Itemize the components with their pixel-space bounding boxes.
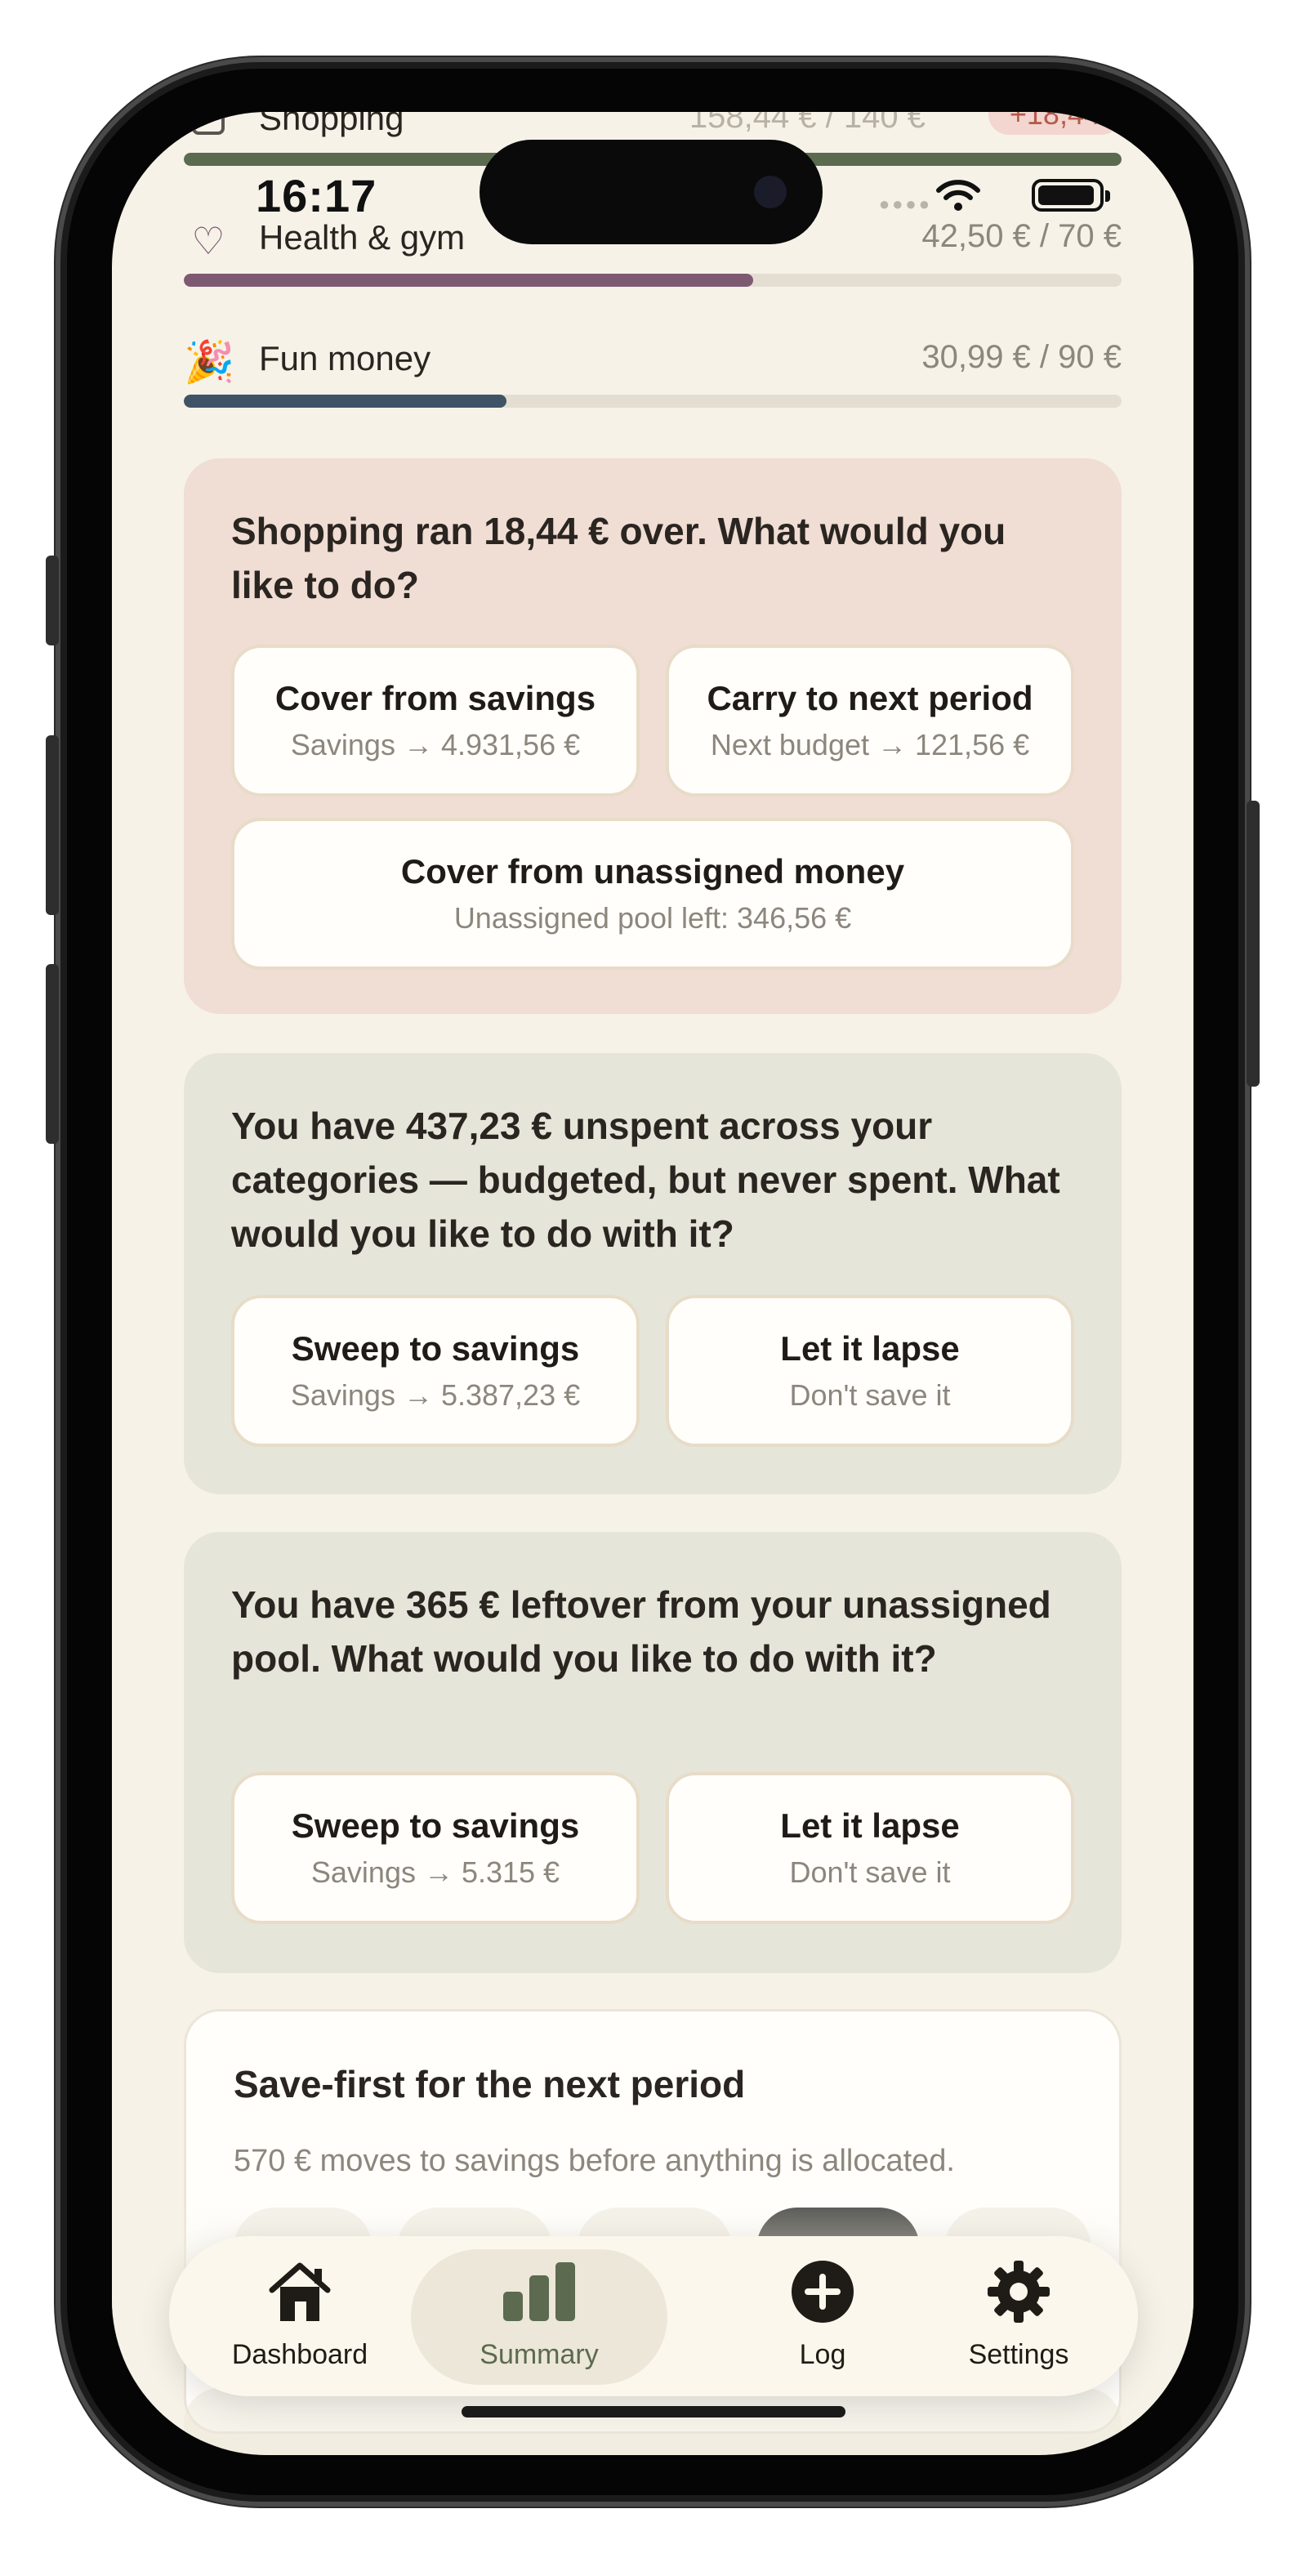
tab-settings[interactable]: Settings [937,2236,1100,2396]
category-amount: 42,50 € / 70 € [921,218,1122,254]
category-amount: 158,44 € / 140 € [689,112,926,135]
progress-bar-fun-money [184,395,1122,408]
tab-label: Log [799,2339,846,2370]
option-subtitle: Don't save it [789,1378,951,1412]
cover-from-savings-button[interactable]: Cover from savings Savings → 4.931,56 € [231,645,640,797]
category-name: Shopping [259,112,404,137]
progress-fill [184,395,506,408]
category-row-fun-money[interactable]: 🎉 Fun money 30,99 € / 90 € [184,331,1122,396]
sweep-to-savings-button[interactable]: Sweep to savings Savings → 5.315 € [231,1772,640,1924]
unspent-title: You have 437,23 € unspent across your ca… [231,1105,1060,1255]
status-icons: ●●●● [859,176,1110,217]
overspend-title: Shopping ran 18,44 € over. What would yo… [231,510,1006,606]
wifi-icon [935,177,981,217]
status-time: 16:17 [256,170,377,221]
tab-label: Settings [968,2339,1069,2370]
camera-icon [754,176,787,208]
option-title: Let it lapse [780,1329,960,1368]
option-subtitle: Unassigned pool left: 346,56 € [453,901,852,935]
progress-bar-health-gym [184,274,1122,287]
option-title: Cover from savings [274,679,596,717]
let-it-lapse-button[interactable]: Let it lapse Don't save it [666,1295,1074,1447]
action-button [46,556,59,645]
option-title: Sweep to savings [291,1329,580,1368]
category-amount: 30,99 € / 90 € [921,339,1122,375]
tab-bar: Dashboard Summary Log Settings [169,2236,1138,2396]
app-screen: Shopping 158,44 € / 140 € +18,44 ♡ Healt… [112,112,1193,2455]
over-budget-badge: +18,44 [988,112,1122,135]
option-subtitle: Next budget → 121,56 € [710,728,1030,761]
category-name: Fun money [259,339,431,377]
option-subtitle: Don't save it [789,1855,951,1889]
save-first-title: Save-first for the next period [234,2063,746,2105]
tab-label: Dashboard [231,2339,368,2370]
option-subtitle: Savings → 4.931,56 € [290,728,581,761]
sweep-to-savings-button[interactable]: Sweep to savings Savings → 5.387,23 € [231,1295,640,1447]
carry-to-next-period-button[interactable]: Carry to next period Next budget → 121,5… [666,645,1074,797]
tab-summary[interactable]: Summary [411,2236,667,2396]
house-icon [265,2259,334,2328]
power-button [1247,801,1260,1087]
volume-up-button [46,735,59,915]
tab-label: Summary [480,2339,599,2370]
tab-log[interactable]: Log [757,2236,888,2396]
overspend-card: Shopping ran 18,44 € over. What would yo… [184,458,1122,1014]
home-indicator[interactable] [462,2406,845,2418]
let-it-lapse-button[interactable]: Let it lapse Don't save it [666,1772,1074,1924]
next-card-ghost [184,2388,1122,2455]
volume-down-button [46,964,59,1144]
option-title: Let it lapse [780,1806,960,1845]
option-subtitle: Savings → 5.387,23 € [290,1378,581,1412]
option-title: Carry to next period [707,679,1033,717]
unspent-card: You have 437,23 € unspent across your ca… [184,1053,1122,1494]
option-title: Cover from unassigned money [400,852,905,891]
cover-from-unassigned-button[interactable]: Cover from unassigned money Unassigned p… [231,818,1074,970]
gear-icon [986,2259,1051,2328]
progress-fill [184,274,753,287]
dynamic-island [480,140,823,244]
leftover-title: You have 365 € leftover from your unassi… [231,1583,1051,1680]
battery-icon [1032,179,1110,212]
heart-icon: ♡ [191,219,225,263]
tab-dashboard[interactable]: Dashboard [202,2236,398,2396]
category-name: Health & gym [259,218,466,257]
bar-chart-icon [498,2259,580,2325]
shopping-bag-icon [184,112,233,146]
signal-icon: ●●●● [878,194,932,214]
option-subtitle: Savings → 5.315 € [310,1855,560,1889]
plus-circle-icon [790,2259,855,2328]
save-first-description: 570 € moves to savings before anything i… [234,2144,955,2178]
leftover-card: You have 365 € leftover from your unassi… [184,1532,1122,1973]
option-title: Sweep to savings [291,1806,580,1845]
party-popper-icon: 🎉 [184,338,235,386]
